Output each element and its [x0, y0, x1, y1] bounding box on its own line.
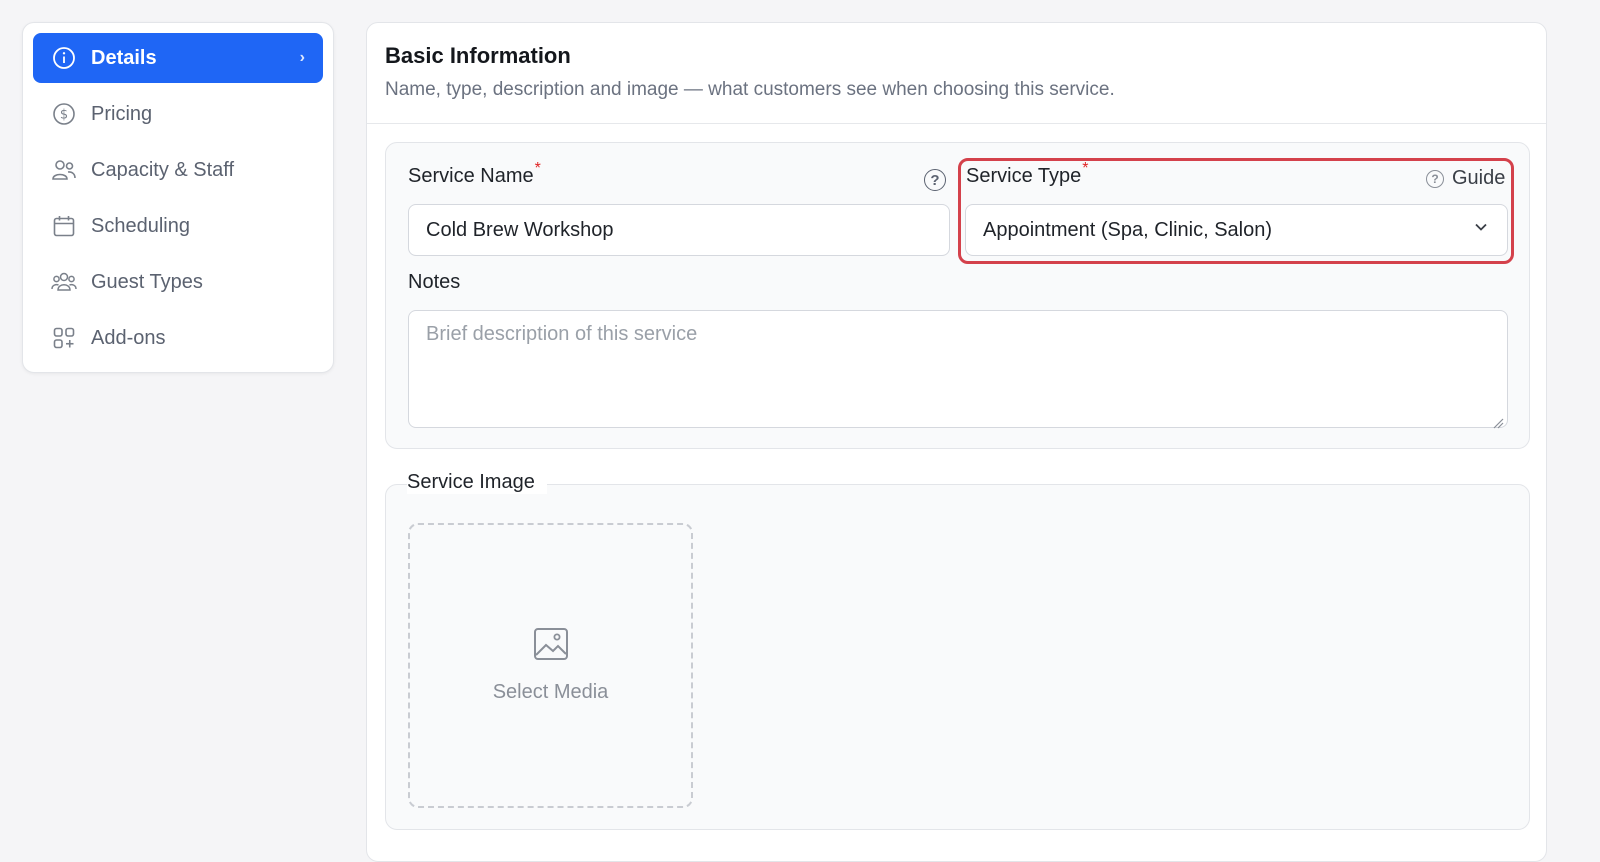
service-name-label-text: Service Name	[408, 165, 534, 187]
service-name-input[interactable]: Cold Brew Workshop	[408, 204, 950, 256]
sidebar-item-guest-types[interactable]: Guest Types	[33, 257, 323, 307]
basic-fields-group: Service Name * ? Cold Brew Workshop Serv…	[385, 142, 1530, 449]
info-icon	[51, 45, 77, 71]
users-icon	[51, 157, 77, 183]
calendar-icon	[51, 213, 77, 239]
image-icon	[533, 627, 569, 667]
sidebar-item-label: Scheduling	[91, 214, 190, 237]
chevron-down-icon	[1472, 218, 1490, 242]
basic-information-panel: Basic Information Name, type, descriptio…	[366, 22, 1547, 862]
sidebar-item-add-ons[interactable]: Add-ons	[33, 313, 323, 363]
service-type-select[interactable]: Appointment (Spa, Clinic, Salon)	[965, 204, 1508, 256]
resize-handle-icon[interactable]	[1492, 412, 1504, 429]
group-icon	[51, 269, 77, 295]
service-type-label: Service Type *	[966, 160, 1088, 188]
notes-label-text: Notes	[408, 271, 461, 293]
page-title: Basic Information	[385, 43, 571, 68]
grid-plus-icon	[51, 325, 77, 351]
service-image-group: Select Media	[385, 484, 1530, 830]
service-type-label-text: Service Type	[966, 165, 1082, 187]
sidebar-item-scheduling[interactable]: Scheduling	[33, 201, 323, 251]
panel-header: Basic Information Name, type, descriptio…	[367, 23, 1546, 124]
notes-label: Notes	[408, 271, 460, 294]
select-media-label: Select Media	[492, 681, 609, 703]
sidebar-item-capacity-staff[interactable]: Capacity & Staff	[33, 145, 323, 195]
required-mark: *	[1082, 159, 1089, 177]
help-icon[interactable]: ?	[924, 169, 946, 191]
sidebar-item-label: Add-ons	[91, 326, 166, 349]
help-icon: ?	[1426, 169, 1444, 188]
sidebar-item-details[interactable]: Details ›	[33, 33, 323, 83]
service-type-value: Appointment (Spa, Clinic, Salon)	[983, 218, 1273, 241]
service-name-value: Cold Brew Workshop	[426, 218, 614, 241]
guide-link[interactable]: ? Guide	[1426, 167, 1505, 190]
settings-sidebar: Details › $ Pricing Capacity & Staff Sch…	[22, 22, 334, 373]
page-subtitle: Name, type, description and image — what…	[385, 79, 1115, 100]
chevron-right-icon: ›	[299, 49, 305, 66]
notes-textarea[interactable]: Brief description of this service	[408, 310, 1508, 429]
sidebar-item-label: Capacity & Staff	[91, 158, 235, 181]
dollar-icon: $	[51, 101, 77, 127]
svg-text:$: $	[60, 108, 68, 123]
sidebar-item-label: Pricing	[91, 102, 153, 125]
guide-label: Guide	[1452, 167, 1506, 189]
sidebar-item-label: Guest Types	[91, 270, 203, 293]
sidebar-item-pricing[interactable]: $ Pricing	[33, 89, 323, 139]
service-name-label: Service Name *	[408, 160, 541, 188]
notes-placeholder: Brief description of this service	[426, 323, 698, 345]
select-media-dropzone[interactable]: Select Media	[408, 523, 693, 808]
service-image-legend: Service Image	[407, 471, 547, 494]
required-mark: *	[534, 159, 541, 177]
sidebar-item-label: Details	[91, 46, 157, 69]
